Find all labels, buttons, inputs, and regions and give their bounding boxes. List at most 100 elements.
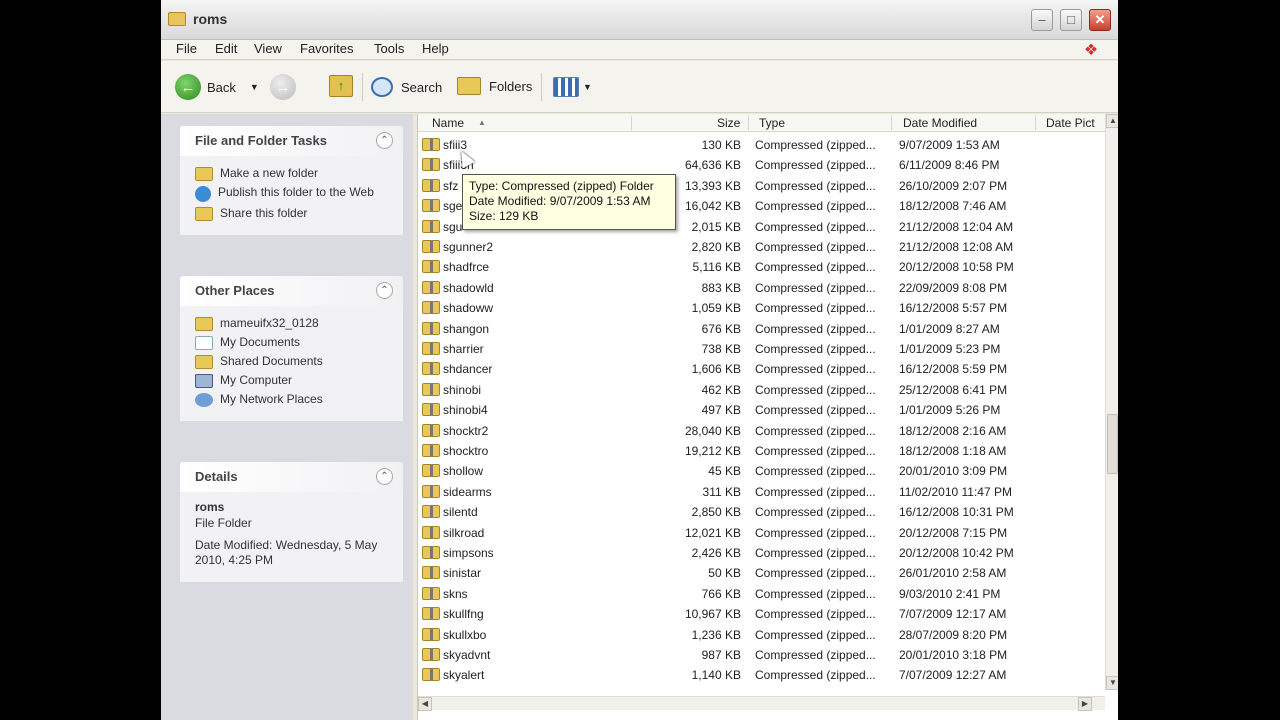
file-row[interactable]: shollow 45 KB Compressed (zipped... 20/01/2… — [418, 461, 1105, 481]
vertical-scrollbar[interactable]: ▲ ▼ — [1105, 114, 1118, 690]
views-button[interactable]: ▼ — [553, 77, 592, 97]
file-row[interactable]: shocktro 19,212 KB Compressed (zipped... 18… — [418, 441, 1105, 461]
make-new-folder-link[interactable]: Make a new folder — [195, 166, 391, 181]
zip-folder-icon — [422, 546, 440, 559]
file-date: 18/12/2008 1:18 AM — [899, 444, 1007, 458]
place-label: My Computer — [220, 373, 293, 387]
minimize-button[interactable]: – — [1031, 9, 1053, 31]
file-size: 497 KB — [701, 403, 741, 418]
tooltip-type: Type: Compressed (zipped) Folder — [469, 179, 654, 193]
file-row[interactable]: skyalert 1,140 KB Compressed (zipped... 7/0… — [418, 665, 1105, 685]
file-row[interactable]: sinistar 50 KB Compressed (zipped... 26/01/… — [418, 563, 1105, 583]
file-size: 2,015 KB — [691, 219, 741, 234]
file-date: 26/10/2009 2:07 PM — [899, 178, 1008, 193]
column-date-modified[interactable]: Date Modified — [903, 116, 977, 130]
up-folder-button[interactable]: ↑ — [329, 75, 353, 97]
panel-header[interactable]: Other Places ⌃ — [180, 276, 403, 306]
menu-favorites[interactable]: Favorites — [300, 41, 353, 56]
horizontal-scrollbar[interactable]: ◀ ▶ — [418, 696, 1105, 711]
collapse-icon[interactable]: ⌃ — [376, 282, 393, 299]
file-row[interactable]: simpsons 2,426 KB Compressed (zipped... 20/… — [418, 543, 1105, 563]
file-type: Compressed (zipped... — [755, 525, 876, 540]
explorer-window: roms – □ ✕ File Edit View Favorites Tool… — [161, 0, 1118, 720]
file-size: 987 KB — [701, 648, 741, 662]
zip-folder-icon — [422, 178, 440, 192]
place-my-network[interactable]: My Network Places — [195, 392, 391, 407]
scroll-up-icon[interactable]: ▲ — [1106, 114, 1118, 128]
file-row[interactable]: shinobi 462 KB Compressed (zipped... 25/12/… — [418, 380, 1105, 400]
forward-button[interactable]: → — [270, 74, 296, 100]
panel-header[interactable]: Details ⌃ — [180, 462, 403, 492]
file-date: 25/12/2008 6:41 PM — [899, 382, 1008, 397]
menu-bar: File Edit View Favorites Tools Help — [161, 40, 1118, 60]
back-arrow-icon: ← — [175, 74, 201, 100]
scroll-thumb[interactable] — [1107, 414, 1118, 474]
zip-folder-icon — [422, 260, 440, 274]
file-date: 28/07/2009 8:20 PM — [899, 627, 1008, 642]
file-date: 9/03/2010 2:41 PM — [899, 586, 1001, 601]
scroll-left-icon[interactable]: ◀ — [418, 697, 432, 711]
zip-folder-icon — [422, 219, 440, 233]
share-folder-link[interactable]: Share this folder — [195, 206, 391, 221]
file-row[interactable]: silkroad 12,021 KB Compressed (zipped... 20… — [418, 523, 1105, 543]
tooltip-date: Date Modified: 9/07/2009 1:53 AM — [469, 194, 651, 208]
back-button[interactable]: ← Back ▼ — [175, 74, 259, 100]
file-row[interactable]: shinobi4 497 KB Compressed (zipped... 1/01/… — [418, 400, 1105, 420]
column-size[interactable]: Size — [717, 116, 740, 130]
place-mameuifx32[interactable]: mameuifx32_0128 — [195, 316, 391, 331]
menu-help[interactable]: Help — [422, 41, 449, 56]
file-name: sgunner2 — [443, 240, 494, 254]
file-row[interactable]: shadowld 883 KB Compressed (zipped... 22/09… — [418, 278, 1105, 298]
file-name: skns — [443, 586, 468, 601]
column-date-picture[interactable]: Date Pict — [1046, 116, 1095, 130]
search-button[interactable]: Search — [371, 77, 442, 97]
file-row[interactable]: shocktr2 28,040 KB Compressed (zipped... 18… — [418, 421, 1105, 441]
file-name: sharrier — [443, 342, 484, 356]
file-row[interactable]: shadoww 1,059 KB Compressed (zipped... 16/1… — [418, 298, 1105, 318]
zip-folder-icon — [422, 403, 440, 417]
title-bar[interactable]: roms – □ ✕ — [161, 0, 1118, 40]
scroll-down-icon[interactable]: ▼ — [1106, 676, 1118, 690]
file-row[interactable]: shadfrce 5,116 KB Compressed (zipped... 20/… — [418, 257, 1105, 277]
file-row[interactable]: silentd 2,850 KB Compressed (zipped... 16/1… — [418, 502, 1105, 522]
file-type: Compressed (zipped... — [755, 301, 876, 316]
menu-view[interactable]: View — [254, 41, 282, 56]
file-row[interactable]: skullfng 10,967 KB Compressed (zipped... 7/… — [418, 604, 1105, 624]
file-row[interactable]: sgunner2 2,820 KB Compressed (zipped... 21/… — [418, 237, 1105, 257]
file-row[interactable]: shdancer 1,606 KB Compressed (zipped... 16/… — [418, 359, 1105, 379]
details-modified: Date Modified: Wednesday, 5 May 2010, 4:… — [195, 538, 378, 567]
file-row[interactable]: shangon 676 KB Compressed (zipped... 1/01/2… — [418, 319, 1105, 339]
file-row[interactable]: sfiii3n 64,636 KB Compressed (zipped... 6/1… — [418, 155, 1105, 175]
file-row[interactable]: sfiii3 130 KB Compressed (zipped... 9/07/20… — [418, 135, 1105, 155]
menu-edit[interactable]: Edit — [215, 41, 237, 56]
folder-icon — [195, 317, 213, 331]
scroll-right-icon[interactable]: ▶ — [1078, 697, 1092, 711]
file-row[interactable]: skullxbo 1,236 KB Compressed (zipped... 28/… — [418, 625, 1105, 645]
place-my-documents[interactable]: My Documents — [195, 335, 391, 350]
maximize-button[interactable]: □ — [1060, 9, 1082, 31]
zip-folder-icon — [422, 138, 440, 151]
file-size: 1,606 KB — [691, 362, 741, 377]
search-icon — [371, 77, 393, 97]
file-row[interactable]: sharrier 738 KB Compressed (zipped... 1/01/… — [418, 339, 1105, 359]
folders-button[interactable]: Folders — [457, 77, 532, 95]
place-my-computer[interactable]: My Computer — [195, 373, 391, 388]
close-button[interactable]: ✕ — [1089, 9, 1111, 31]
other-places-panel: Other Places ⌃ mameuifx32_0128 My Docume… — [180, 276, 403, 421]
publish-folder-link[interactable]: Publish this folder to the Web — [195, 185, 391, 202]
panel-header[interactable]: File and Folder Tasks ⌃ — [180, 126, 403, 156]
file-row[interactable]: skns 766 KB Compressed (zipped... 9/03/2010… — [418, 584, 1105, 604]
collapse-icon[interactable]: ⌃ — [376, 132, 393, 149]
place-shared-documents[interactable]: Shared Documents — [195, 354, 391, 369]
dropdown-arrow-icon[interactable]: ▼ — [250, 82, 259, 92]
task-label: Make a new folder — [220, 166, 319, 180]
file-name: shadowld — [443, 280, 494, 295]
menu-file[interactable]: File — [176, 41, 197, 56]
file-row[interactable]: skyadvnt 987 KB Compressed (zipped... 20/01… — [418, 645, 1105, 665]
menu-tools[interactable]: Tools — [374, 41, 404, 56]
file-row[interactable]: sidearms 311 KB Compressed (zipped... 11/02… — [418, 482, 1105, 502]
collapse-icon[interactable]: ⌃ — [376, 468, 393, 485]
column-name[interactable]: Name — [432, 116, 464, 130]
file-type: Compressed (zipped... — [755, 178, 876, 193]
column-type[interactable]: Type — [759, 116, 785, 130]
